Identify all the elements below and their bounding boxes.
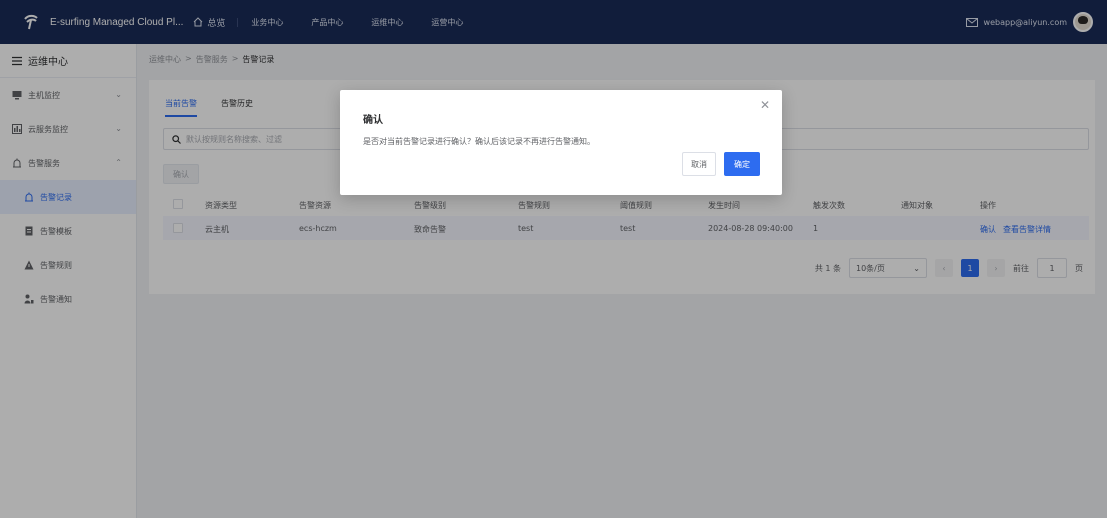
modal-overlay[interactable] (0, 0, 1107, 518)
ok-button[interactable]: 确定 (724, 152, 760, 176)
close-icon[interactable]: ✕ (760, 98, 770, 112)
confirm-dialog: 确认 ✕ 是否对当前告警记录进行确认？确认后该记录不再进行告警通知。 取消 确定 (340, 90, 782, 195)
dialog-title: 确认 (363, 115, 383, 126)
dialog-message: 是否对当前告警记录进行确认？确认后该记录不再进行告警通知。 (363, 137, 595, 146)
cancel-button[interactable]: 取消 (682, 152, 716, 176)
